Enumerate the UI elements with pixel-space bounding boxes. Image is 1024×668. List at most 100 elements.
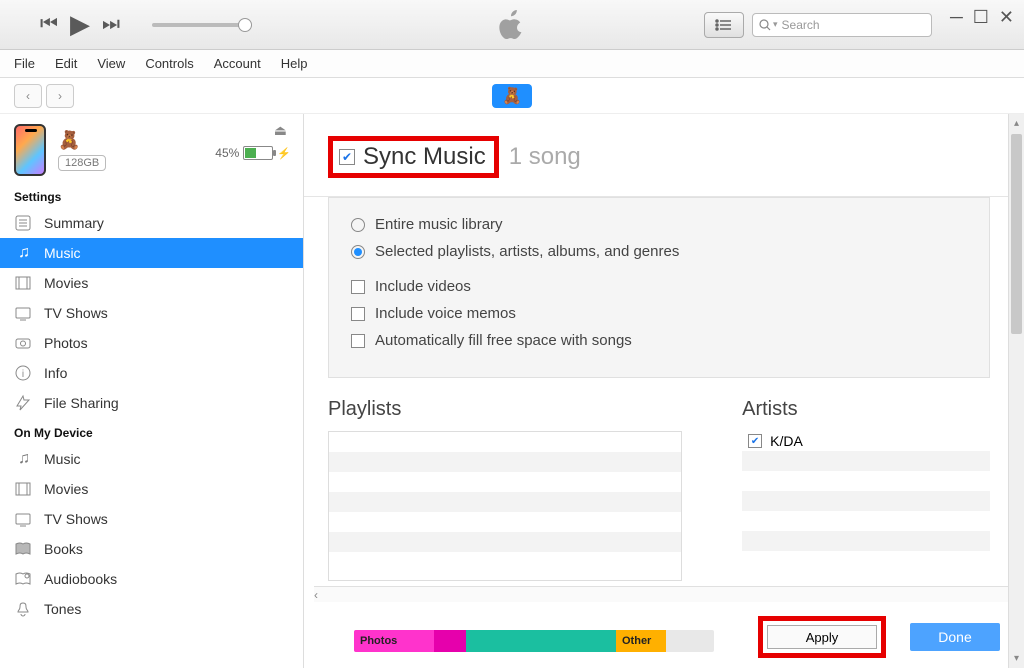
- apply-button[interactable]: Apply: [767, 625, 877, 649]
- done-button[interactable]: Done: [910, 623, 1000, 651]
- artists-title: Artists: [742, 398, 990, 421]
- check-include-voice[interactable]: Include voice memos: [351, 305, 967, 322]
- check-label: Include videos: [375, 278, 471, 295]
- menu-edit[interactable]: Edit: [55, 56, 77, 71]
- scroll-down-icon[interactable]: ▾: [1009, 653, 1024, 664]
- music-icon: ♫: [14, 244, 34, 262]
- svg-text:i: i: [22, 369, 24, 380]
- sidebar-item-label: Music: [44, 245, 81, 261]
- close-icon[interactable]: ✕: [999, 7, 1014, 28]
- storage-seg-apps: [466, 630, 616, 652]
- sidebar-item-info[interactable]: iInfo: [0, 358, 303, 388]
- scroll-up-icon[interactable]: ▴: [1009, 118, 1024, 129]
- tones-icon: [14, 600, 34, 618]
- volume-slider[interactable]: [152, 23, 252, 27]
- menu-help[interactable]: Help: [281, 56, 308, 71]
- check-label: Include voice memos: [375, 305, 516, 322]
- menu-view[interactable]: View: [97, 56, 125, 71]
- sync-music-checkbox[interactable]: ✔: [339, 149, 355, 165]
- device-avatar-icon: 🧸: [58, 130, 106, 151]
- sidebar-item-label: Photos: [44, 335, 88, 351]
- artists-list[interactable]: ✔ K/DA: [742, 431, 990, 581]
- scroll-left-icon[interactable]: ‹: [314, 588, 318, 602]
- right-tools: ▾ Search ─ ☐ ✕: [704, 7, 1014, 42]
- filesharing-icon: [14, 394, 34, 412]
- playlists-column: Playlists: [328, 398, 682, 581]
- books-icon: [14, 540, 34, 558]
- nav-back-button[interactable]: ‹: [14, 84, 42, 108]
- nav-bar: ‹ › 🧸: [0, 78, 1024, 114]
- sidebar-item-movies[interactable]: Movies: [0, 268, 303, 298]
- sidebar-item-filesharing[interactable]: File Sharing: [0, 388, 303, 418]
- sidebar-item-device-audiobooks[interactable]: Audiobooks: [0, 564, 303, 594]
- search-placeholder: Search: [782, 18, 820, 32]
- audiobooks-icon: [14, 570, 34, 588]
- search-input[interactable]: ▾ Search: [752, 13, 932, 37]
- sidebar-item-device-movies[interactable]: Movies: [0, 474, 303, 504]
- device-thumbnail-icon[interactable]: [14, 124, 46, 176]
- artist-row[interactable]: ✔ K/DA: [742, 431, 990, 451]
- sidebar-item-label: Movies: [44, 275, 88, 291]
- photos-icon: [14, 334, 34, 352]
- maximize-icon[interactable]: ☐: [973, 7, 989, 28]
- music-icon: ♫: [14, 450, 34, 468]
- highlight-apply: Apply: [758, 616, 886, 658]
- sidebar-item-summary[interactable]: Summary: [0, 208, 303, 238]
- playlists-list[interactable]: [328, 431, 682, 581]
- sidebar-item-device-books[interactable]: Books: [0, 534, 303, 564]
- check-include-videos[interactable]: Include videos: [351, 278, 967, 295]
- summary-icon: [14, 214, 34, 232]
- menu-file[interactable]: File: [14, 56, 35, 71]
- sidebar-item-music[interactable]: ♫ Music: [0, 238, 303, 268]
- columns-row: Playlists Artists ✔ K/DA: [304, 392, 1014, 581]
- playlists-title: Playlists: [328, 398, 682, 421]
- sidebar-item-label: File Sharing: [44, 395, 119, 411]
- artist-name: K/DA: [770, 433, 803, 449]
- menu-account[interactable]: Account: [214, 56, 261, 71]
- eject-icon[interactable]: ⏏: [274, 122, 287, 139]
- sync-options-panel: Entire music library Selected playlists,…: [328, 197, 990, 378]
- artists-column: Artists ✔ K/DA: [742, 398, 990, 581]
- radio-icon: [351, 218, 365, 232]
- song-count: 1 song: [509, 143, 581, 171]
- nav-forward-button[interactable]: ›: [46, 84, 74, 108]
- vertical-scrollbar[interactable]: ▴ ▾: [1008, 114, 1024, 668]
- apple-logo-icon: [499, 10, 525, 40]
- highlight-sync-music: ✔ Sync Music: [328, 136, 499, 178]
- movies-icon: [14, 274, 34, 292]
- movies-icon: [14, 480, 34, 498]
- checkbox-icon: ✔: [748, 434, 762, 448]
- sidebar-item-device-tvshows[interactable]: TV Shows: [0, 504, 303, 534]
- playback-controls: ⏮ ▶ ⏭: [0, 9, 252, 40]
- minimize-icon[interactable]: ─: [950, 7, 963, 28]
- tv-icon: [14, 510, 34, 528]
- horizontal-scrollbar[interactable]: ‹ ›: [314, 586, 1012, 602]
- sidebar-item-device-music[interactable]: ♫Music: [0, 444, 303, 474]
- storage-seg-other: Other: [616, 630, 666, 652]
- menu-controls[interactable]: Controls: [145, 56, 193, 71]
- info-icon: i: [14, 364, 34, 382]
- check-label: Automatically fill free space with songs: [375, 332, 632, 349]
- battery-status: 45% ⚡: [215, 146, 291, 160]
- radio-entire-library[interactable]: Entire music library: [351, 216, 967, 233]
- list-view-button[interactable]: [704, 12, 744, 38]
- sidebar-item-label: Books: [44, 541, 83, 557]
- radio-selected-items[interactable]: Selected playlists, artists, albums, and…: [351, 243, 967, 260]
- device-chip-button[interactable]: 🧸: [492, 84, 532, 108]
- next-track-icon[interactable]: ⏭: [102, 13, 120, 36]
- search-dropdown-icon[interactable]: ▾: [773, 19, 778, 30]
- prev-track-icon[interactable]: ⏮: [40, 13, 58, 36]
- storage-label-photos: Photos: [360, 635, 397, 647]
- sidebar-item-label: Summary: [44, 215, 104, 231]
- sidebar-item-label: TV Shows: [44, 305, 108, 321]
- sidebar-item-photos[interactable]: Photos: [0, 328, 303, 358]
- window-controls: ─ ☐ ✕: [950, 7, 1014, 42]
- scroll-thumb[interactable]: [1011, 134, 1022, 334]
- volume-thumb-icon[interactable]: [238, 18, 252, 32]
- check-autofill[interactable]: Automatically fill free space with songs: [351, 332, 967, 349]
- sidebar-item-device-tones[interactable]: Tones: [0, 594, 303, 624]
- radio-label: Entire music library: [375, 216, 503, 233]
- play-icon[interactable]: ▶: [70, 9, 90, 40]
- battery-percent: 45%: [215, 146, 239, 160]
- sidebar-item-tvshows[interactable]: TV Shows: [0, 298, 303, 328]
